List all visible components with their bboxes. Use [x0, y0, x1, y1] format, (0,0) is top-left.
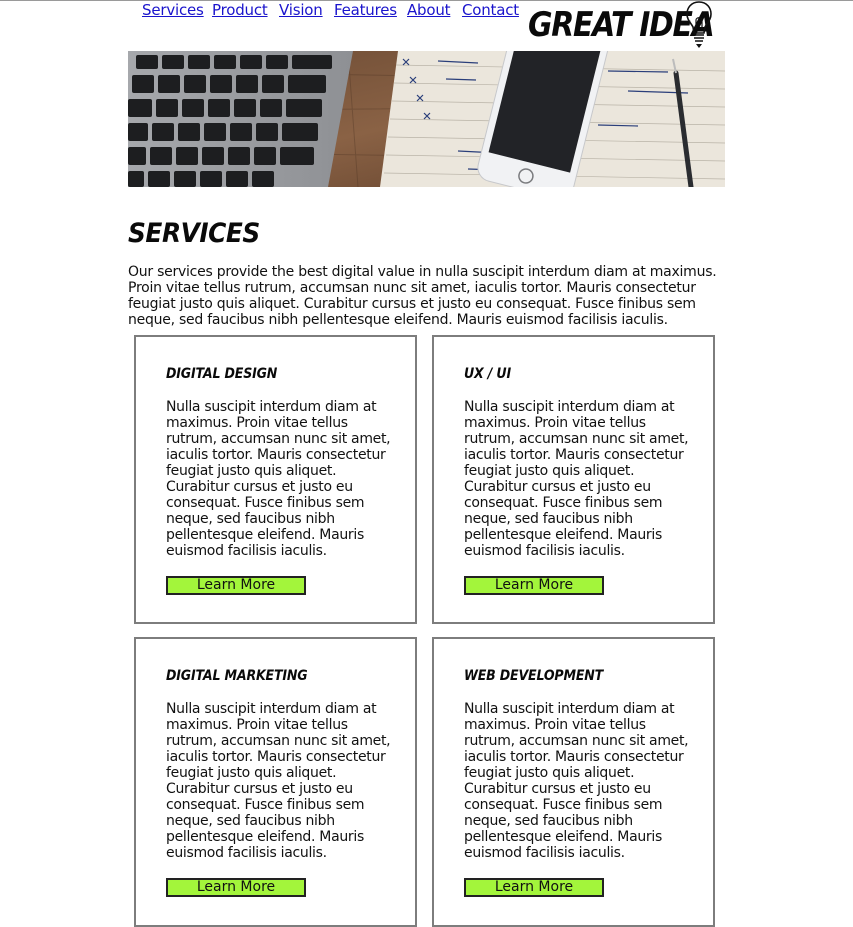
hero-photo	[128, 51, 725, 187]
service-card-ux-ui: UX / UI Nulla suscipit interdum diam at …	[432, 335, 715, 624]
hero-image	[128, 51, 725, 187]
card-title: WEB DEVELOPMENT	[464, 668, 604, 684]
service-card-web-development: WEB DEVELOPMENT Nulla suscipit interdum …	[432, 637, 715, 927]
card-text: Nulla suscipit interdum diam at maximus.…	[166, 701, 391, 861]
service-card-digital-marketing: DIGITAL MARKETING Nulla suscipit interdu…	[134, 637, 417, 927]
nav-link-vision[interactable]: Vision	[279, 0, 323, 20]
learn-more-button[interactable]: Learn More	[464, 878, 604, 897]
lightbulb-icon	[686, 1, 712, 48]
nav-link-features[interactable]: Features	[334, 0, 397, 20]
services-intro: Our services provide the best digital va…	[128, 264, 717, 328]
nav-link-services[interactable]: Services	[142, 0, 204, 20]
nav-link-about[interactable]: About	[407, 0, 451, 20]
learn-more-button[interactable]: Learn More	[166, 878, 306, 897]
nav-link-product[interactable]: Product	[212, 0, 268, 20]
nav-link-contact[interactable]: Contact	[462, 0, 519, 20]
site-logo[interactable]: GREAT IDEA	[528, 0, 715, 51]
card-title: DIGITAL DESIGN	[166, 366, 278, 382]
card-text: Nulla suscipit interdum diam at maximus.…	[166, 399, 391, 559]
card-title: UX / UI	[464, 366, 511, 382]
card-title: DIGITAL MARKETING	[166, 668, 308, 684]
learn-more-button[interactable]: Learn More	[464, 576, 604, 595]
service-card-digital-design: DIGITAL DESIGN Nulla suscipit interdum d…	[134, 335, 417, 624]
card-text: Nulla suscipit interdum diam at maximus.…	[464, 399, 689, 559]
learn-more-button[interactable]: Learn More	[166, 576, 306, 595]
services-heading: SERVICES	[128, 218, 260, 249]
card-text: Nulla suscipit interdum diam at maximus.…	[464, 701, 689, 861]
